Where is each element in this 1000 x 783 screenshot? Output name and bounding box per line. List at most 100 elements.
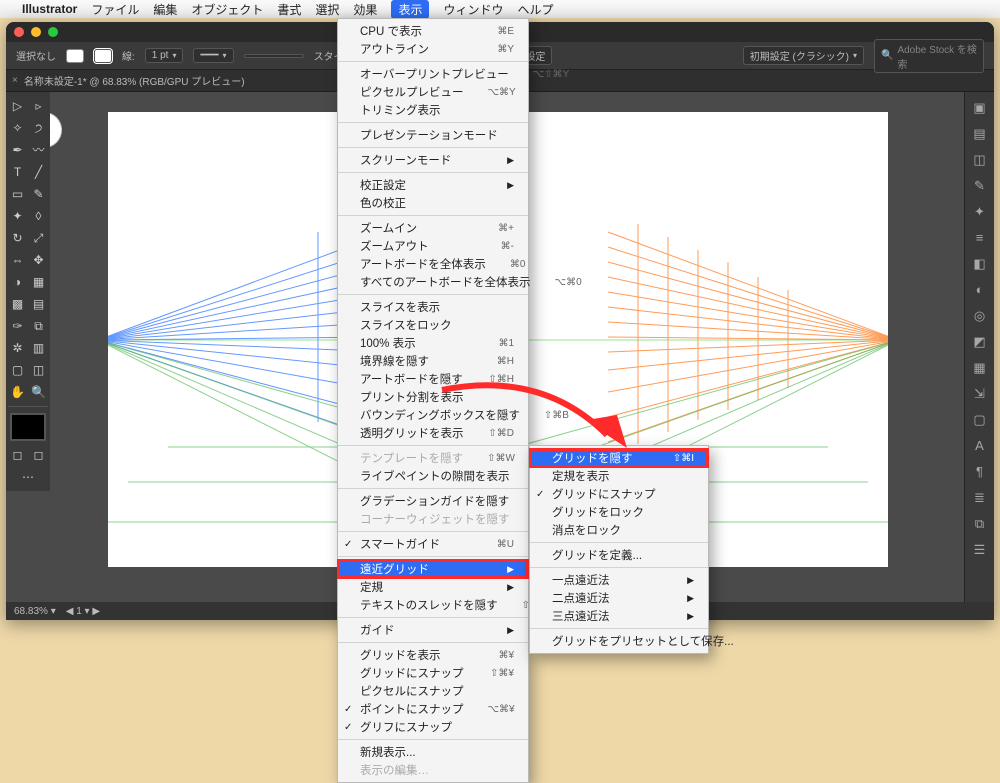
menu-item[interactable]: ズームイン⌘+ xyxy=(338,219,528,237)
perspective-tool[interactable]: ▦ xyxy=(29,272,48,292)
menu-item[interactable]: バウンディングボックスを隠す⇧⌘B xyxy=(338,406,528,424)
menu-item[interactable]: スライスを表示 xyxy=(338,298,528,316)
selection-tool[interactable]: ▷ xyxy=(8,96,27,116)
draw-mode[interactable]: ◻ xyxy=(8,445,27,465)
free-transform-tool[interactable]: ✥ xyxy=(29,250,48,270)
menu-item[interactable]: ピクセルプレビュー⌥⌘Y xyxy=(338,83,528,101)
edit-toolbar[interactable]: ⋯ xyxy=(8,467,48,487)
layers-panel-icon[interactable]: ▦ xyxy=(971,360,989,378)
close-tab-icon[interactable]: × xyxy=(12,75,18,86)
menu-item[interactable]: 境界線を隠す⌘H xyxy=(338,352,528,370)
menu-item[interactable]: 校正設定▶ xyxy=(338,176,528,194)
menu-item[interactable]: 消点をロック xyxy=(530,521,708,539)
artboard-nav[interactable]: ◀ 1 ▾ ▶ xyxy=(66,606,100,617)
properties-panel-icon[interactable]: ▣ xyxy=(971,100,989,118)
artboard-tool[interactable]: ▢ xyxy=(8,360,27,380)
fill-swatch[interactable] xyxy=(66,49,84,63)
symbols-panel-icon[interactable]: ✦ xyxy=(971,204,989,222)
pathfinder-panel-icon[interactable]: ⧉ xyxy=(971,516,989,534)
menu-item[interactable]: グリッドにスナップ⇧⌘¥ xyxy=(338,664,528,682)
eraser-tool[interactable]: ◊ xyxy=(29,206,48,226)
menu-view[interactable]: 表示 xyxy=(391,0,429,19)
hand-tool[interactable]: ✋ xyxy=(8,382,27,402)
menu-item[interactable]: ✓スマートガイド⌘U xyxy=(338,535,528,553)
slice-tool[interactable]: ◫ xyxy=(29,360,48,380)
stroke-panel-icon[interactable]: ≡ xyxy=(971,230,989,248)
menu-item[interactable]: グリッドを表示⌘¥ xyxy=(338,646,528,664)
menu-item[interactable]: ライブペイントの隙間を表示 xyxy=(338,467,528,485)
menu-item[interactable]: グリッドを定義... xyxy=(530,546,708,564)
brush-picker[interactable]: ━━━ ▾ xyxy=(193,48,233,63)
line-tool[interactable]: ╱ xyxy=(29,162,48,182)
menu-type[interactable]: 書式 xyxy=(277,1,301,18)
stroke-weight-field[interactable]: 1 pt▾ xyxy=(145,48,184,63)
symbol-sprayer-tool[interactable]: ✲ xyxy=(8,338,27,358)
menu-object[interactable]: オブジェクト xyxy=(191,1,263,18)
menu-select[interactable]: 選択 xyxy=(315,1,339,18)
blend-tool[interactable]: ⧉ xyxy=(29,316,48,336)
rectangle-tool[interactable]: ▭ xyxy=(8,184,27,204)
graphic-styles-panel-icon[interactable]: ◩ xyxy=(971,334,989,352)
libraries-panel-icon[interactable]: ▤ xyxy=(971,126,989,144)
menu-item[interactable]: 遠近グリッド▶ xyxy=(338,560,528,578)
menu-window[interactable]: ウィンドウ xyxy=(443,1,503,18)
direct-selection-tool[interactable]: ▹ xyxy=(29,96,48,116)
menu-item[interactable]: アウトライン⌘Y xyxy=(338,40,528,58)
menu-item[interactable]: すべてのアートボードを全体表示⌥⌘0 xyxy=(338,273,528,291)
menu-item[interactable]: 100% 表示⌘1 xyxy=(338,334,528,352)
menu-item[interactable]: 新規表示... xyxy=(338,743,528,761)
appearance-panel-icon[interactable]: ◎ xyxy=(971,308,989,326)
menu-item[interactable]: ✓ポイントにスナップ⌥⌘¥ xyxy=(338,700,528,718)
para-panel-icon[interactable]: ¶ xyxy=(971,464,989,482)
workspace-switcher[interactable]: 初期設定 (クラシック) ▾ xyxy=(743,46,864,65)
app-name[interactable]: Illustrator xyxy=(22,2,77,16)
menu-item[interactable]: プリント分割を表示 xyxy=(338,388,528,406)
align-panel-icon[interactable]: ≣ xyxy=(971,490,989,508)
artboards-panel-icon[interactable]: ▢ xyxy=(971,412,989,430)
magic-wand-tool[interactable]: ✧ xyxy=(8,118,27,138)
pen-tool[interactable]: ✒ xyxy=(8,140,27,160)
zoom-level[interactable]: 68.83% ▾ xyxy=(14,606,56,617)
curvature-tool[interactable]: 〰 xyxy=(29,140,48,160)
zoom-tool[interactable]: 🔍 xyxy=(29,382,48,402)
menu-item[interactable]: 三点遠近法▶ xyxy=(530,607,708,625)
menu-item[interactable]: CPU で表示⌘E xyxy=(338,22,528,40)
shaper-tool[interactable]: ✦ xyxy=(8,206,27,226)
brushes-panel-icon[interactable]: ✎ xyxy=(971,178,989,196)
menu-item[interactable]: ピクセルにスナップ xyxy=(338,682,528,700)
menu-item[interactable]: ガイド▶ xyxy=(338,621,528,639)
menu-item[interactable]: 二点遠近法▶ xyxy=(530,589,708,607)
menu-item[interactable]: アートボードを隠す⇧⌘H xyxy=(338,370,528,388)
menu-item[interactable]: ✓グリッドにスナップ xyxy=(530,485,708,503)
mesh-tool[interactable]: ▩ xyxy=(8,294,27,314)
stroke-swatch[interactable] xyxy=(94,49,112,63)
asset-export-panel-icon[interactable]: ⇲ xyxy=(971,386,989,404)
maximize-icon[interactable] xyxy=(48,27,58,37)
menu-item[interactable]: 定規を表示 xyxy=(530,467,708,485)
menu-item[interactable]: 一点遠近法▶ xyxy=(530,571,708,589)
width-tool[interactable]: ⇔ xyxy=(8,250,27,270)
menu-item[interactable]: アートボードを全体表示⌘0 xyxy=(338,255,528,273)
gradient-tool[interactable]: ▤ xyxy=(29,294,48,314)
graph-tool[interactable]: ▥ xyxy=(29,338,48,358)
fill-stroke-swatch[interactable] xyxy=(10,413,46,441)
swatches-panel-icon[interactable]: ◫ xyxy=(971,152,989,170)
menu-help[interactable]: ヘルプ xyxy=(517,1,553,18)
menu-item[interactable]: スクリーンモード▶ xyxy=(338,151,528,169)
gradient-panel-icon[interactable]: ◧ xyxy=(971,256,989,274)
rotate-tool[interactable]: ↻ xyxy=(8,228,27,248)
menu-item[interactable]: グリッドを隠す⇧⌘I xyxy=(530,449,708,467)
menu-item[interactable]: トリミング表示 xyxy=(338,101,528,119)
menu-file[interactable]: ファイル xyxy=(91,1,139,18)
document-tab[interactable]: 名称未設定-1* @ 68.83% (RGB/GPU プレビュー) xyxy=(24,73,245,88)
menu-item[interactable]: 色の校正 xyxy=(338,194,528,212)
shape-builder-tool[interactable]: ◑ xyxy=(8,272,27,292)
screen-mode[interactable]: ◻ xyxy=(29,445,48,465)
lasso-tool[interactable]: ੭ xyxy=(29,118,48,138)
menu-item[interactable]: プレゼンテーションモード xyxy=(338,126,528,144)
menu-item[interactable]: テキストのスレッドを隠す⇧⌘Y xyxy=(338,596,528,614)
close-icon[interactable] xyxy=(14,27,24,37)
transparency-panel-icon[interactable]: ◐ xyxy=(971,282,989,300)
type-tool[interactable]: T xyxy=(8,162,27,182)
menu-edit[interactable]: 編集 xyxy=(153,1,177,18)
